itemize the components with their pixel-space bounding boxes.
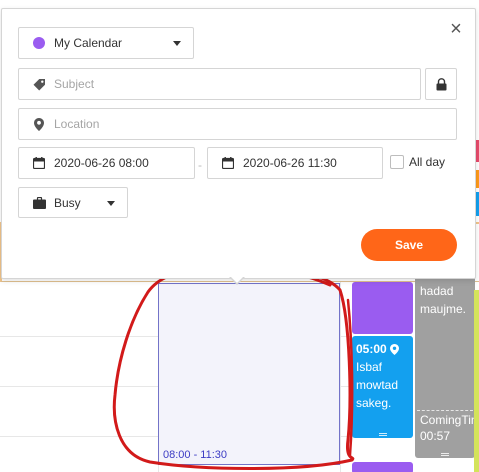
chevron-down-icon [173,41,181,46]
end-date-picker[interactable]: 2020-06-26 11:30 [207,147,383,179]
selection-time-label: 08:00 - 11:30 [163,449,228,461]
date-range-separator: - [198,158,202,172]
calendar-icon [221,156,235,170]
grid-column-line [340,282,341,472]
event-title-line: Isbaf [356,360,383,374]
calendar-icon [32,156,46,170]
start-date-picker[interactable]: 2020-06-26 08:00 [18,147,195,179]
event-title-line: mowtad [356,378,399,392]
resize-handle[interactable] [441,453,449,456]
tag-icon [32,77,46,91]
save-button[interactable]: Save [361,229,457,261]
calendar-dropdown[interactable]: My Calendar [18,27,194,59]
location-pin-icon [389,343,399,355]
event-fitfihfef[interactable]: Fitfihfef hadad maujme. ComingTin 00:57 [415,262,475,458]
event-comingtin[interactable]: ComingTin 00:57 [420,412,475,444]
location-input[interactable]: Location [18,108,457,140]
resize-handle[interactable] [378,433,387,436]
allday-toggle[interactable]: All day [390,155,445,169]
event-time: 00:57 [420,429,451,443]
event-green-edge[interactable] [474,290,479,472]
event-purple-bottom[interactable] [352,462,413,472]
location-placeholder: Location [54,117,100,131]
start-date-value: 2020-06-26 08:00 [54,156,149,170]
close-icon: × [450,18,462,40]
end-date-value: 2020-06-26 11:30 [243,156,337,170]
calendar-name: My Calendar [54,36,123,50]
chevron-down-icon [107,201,115,206]
subject-placeholder: Subject [54,77,95,91]
allday-label: All day [409,155,446,169]
event-time: 05:00 [356,340,409,358]
event-title-line: hadad [420,284,454,298]
allday-checkbox[interactable] [390,155,404,169]
event-purple[interactable] [352,282,413,334]
event-title-line: maujme. [420,302,467,316]
location-pin-icon [32,117,46,131]
event-title-line: sakeg. [356,396,392,410]
lock-icon [436,77,446,90]
state-dropdown[interactable]: Busy [18,187,128,218]
event-divider [417,410,473,411]
subject-input[interactable]: Subject [18,68,421,100]
calendar-color-dot-icon [32,36,46,50]
private-toggle-button[interactable] [425,68,457,100]
close-button[interactable]: × [449,19,463,39]
time-selection-block[interactable]: 08:00 - 11:30 [158,283,340,465]
event-isbaf[interactable]: 05:00 Isbaf mowtad sakeg. [352,336,413,438]
briefcase-icon [32,196,46,210]
event-title: ComingTin [420,413,475,427]
event-time-text: 05:00 [356,342,387,356]
popup-arrow [229,276,245,285]
state-value: Busy [54,195,81,210]
